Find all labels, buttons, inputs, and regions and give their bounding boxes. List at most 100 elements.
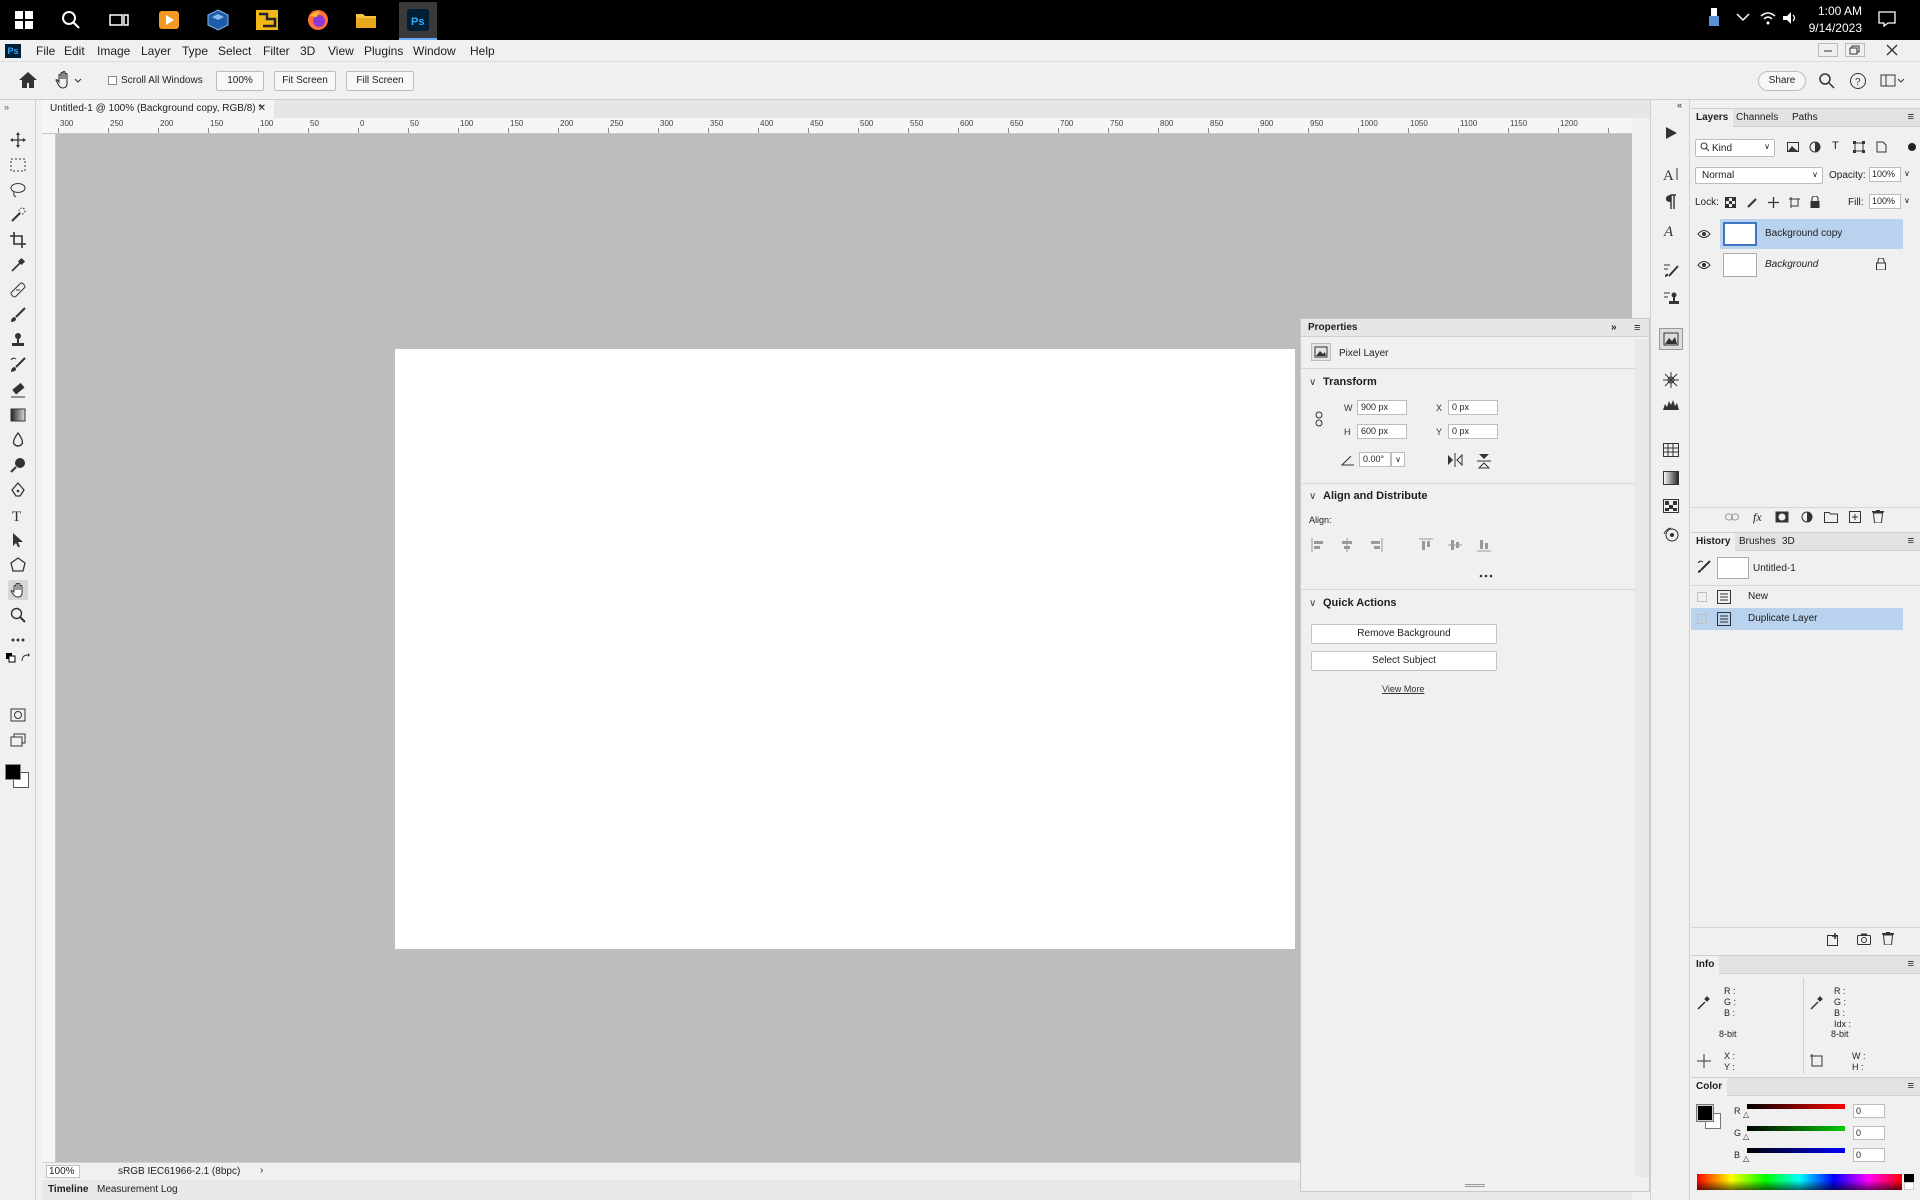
filter-adjustment-icon[interactable] — [1809, 141, 1821, 156]
fill-field[interactable]: 100% — [1869, 194, 1901, 209]
adjustment-layer-icon[interactable] — [1801, 511, 1813, 526]
paragraph-icon[interactable] — [1661, 192, 1681, 212]
restore-button[interactable] — [1845, 43, 1865, 57]
align-top-icon[interactable] — [1419, 538, 1433, 555]
lasso-tool-icon[interactable] — [8, 180, 28, 200]
visibility-eye-icon[interactable] — [1697, 260, 1711, 273]
filter-type-icon[interactable]: T — [1832, 140, 1839, 152]
adjustments-icon[interactable] — [1661, 370, 1681, 390]
path-selection-tool-icon[interactable] — [8, 530, 28, 550]
swap-colors-icon[interactable] — [20, 653, 30, 666]
angle-field[interactable]: 0.00° — [1359, 452, 1391, 467]
menu-3d[interactable]: 3D — [300, 44, 315, 58]
angle-dropdown-icon[interactable]: ∨ — [1391, 452, 1405, 467]
glyphs-icon[interactable]: A — [1661, 220, 1681, 240]
firefox-icon[interactable] — [302, 4, 334, 36]
more-tools-icon[interactable] — [8, 630, 28, 650]
opacity-field[interactable]: 100% — [1869, 167, 1901, 182]
red-slider[interactable] — [1747, 1104, 1845, 1109]
align-section-title[interactable]: Align and Distribute — [1323, 490, 1428, 502]
virtualbox-icon[interactable] — [202, 4, 234, 36]
photoshop-logo[interactable]: Ps — [5, 44, 21, 58]
add-mask-icon[interactable] — [1775, 511, 1789, 526]
shape-tool-icon[interactable] — [8, 555, 28, 575]
black-swatch[interactable] — [1904, 1174, 1914, 1182]
lock-position-icon[interactable] — [1768, 197, 1779, 211]
clone-stamp-tool-icon[interactable] — [8, 330, 28, 350]
more-options-icon[interactable] — [1479, 569, 1493, 581]
visibility-eye-icon[interactable] — [1697, 229, 1711, 242]
align-center-icon[interactable] — [1340, 538, 1354, 555]
menu-layer[interactable]: Layer — [141, 44, 171, 58]
tab-brushes[interactable]: Brushes — [1734, 533, 1781, 551]
red-value-field[interactable]: 0 — [1853, 1104, 1885, 1118]
hand-tool-icon[interactable] — [8, 580, 28, 600]
panel-menu-icon[interactable]: ≡ — [1634, 319, 1640, 337]
history-step-selected[interactable]: Duplicate Layer — [1691, 608, 1903, 630]
align-bottom-icon[interactable] — [1477, 538, 1491, 555]
chevron-up-icon[interactable] — [1736, 12, 1750, 25]
layer-style-icon[interactable]: fx — [1753, 510, 1762, 525]
slider-handle-icon[interactable]: △ — [1743, 1154, 1749, 1163]
zoom-percent-field[interactable]: 100% — [216, 71, 264, 91]
chevron-right-icon[interactable]: › — [260, 1165, 263, 1176]
tab-color[interactable]: Color — [1691, 1078, 1728, 1096]
home-icon[interactable] — [18, 71, 38, 92]
collapse-toolbar-icon[interactable]: » — [4, 102, 9, 112]
photoshop-icon[interactable]: Ps — [399, 2, 437, 38]
menu-plugins[interactable]: Plugins — [364, 44, 403, 58]
view-more-link[interactable]: View More — [1382, 684, 1424, 694]
file-explorer-icon[interactable] — [350, 4, 382, 36]
tab-channels[interactable]: Channels — [1731, 109, 1783, 127]
tab-layers[interactable]: Layers — [1691, 109, 1734, 127]
menu-image[interactable]: Image — [97, 44, 130, 58]
clone-source-icon[interactable] — [1661, 288, 1681, 308]
quick-selection-tool-icon[interactable] — [8, 205, 28, 225]
app-icon[interactable] — [251, 4, 283, 36]
quick-actions-title[interactable]: Quick Actions — [1323, 597, 1397, 609]
character-icon[interactable]: A — [1661, 164, 1681, 184]
width-field[interactable]: 900 px — [1357, 400, 1407, 415]
brush-tool-icon[interactable] — [8, 305, 28, 325]
history-source-checkbox[interactable] — [1697, 592, 1707, 602]
align-left-icon[interactable] — [1311, 538, 1325, 555]
lock-pixels-icon[interactable] — [1747, 197, 1758, 211]
zoom-tool-icon[interactable] — [8, 605, 28, 625]
color-spectrum[interactable] — [1697, 1174, 1902, 1190]
minimize-button[interactable] — [1818, 43, 1838, 57]
layer-name[interactable]: Background — [1765, 259, 1818, 270]
menu-window[interactable]: Window — [413, 44, 456, 58]
blue-value-field[interactable]: 0 — [1853, 1148, 1885, 1162]
scroll-all-windows-checkbox[interactable] — [108, 76, 117, 85]
menu-edit[interactable]: Edit — [64, 44, 85, 58]
tab-paths[interactable]: Paths — [1787, 109, 1823, 127]
volume-icon[interactable] — [1782, 11, 1798, 28]
chevron-down-icon[interactable]: ∨ — [1309, 377, 1316, 388]
search-icon[interactable] — [55, 4, 87, 36]
layer-row[interactable]: Background — [1691, 250, 1903, 280]
filter-smart-object-icon[interactable] — [1875, 141, 1887, 156]
layer-row[interactable]: Background copy — [1691, 219, 1903, 249]
slider-handle-icon[interactable]: △ — [1743, 1132, 1749, 1141]
snapshot-name[interactable]: Untitled-1 — [1753, 563, 1796, 574]
menu-view[interactable]: View — [328, 44, 354, 58]
slider-handle-icon[interactable]: △ — [1743, 1110, 1749, 1119]
menu-help[interactable]: Help — [470, 44, 495, 58]
green-value-field[interactable]: 0 — [1853, 1126, 1885, 1140]
foreground-color-swatch[interactable] — [1696, 1104, 1714, 1122]
workspace-icon[interactable] — [1880, 73, 1906, 92]
menu-file[interactable]: File — [36, 44, 55, 58]
brush-settings-icon[interactable] — [1661, 260, 1681, 280]
chevron-down-icon[interactable]: ∨ — [1309, 491, 1316, 502]
resize-handle[interactable] — [1301, 1181, 1649, 1191]
history-step[interactable]: New — [1691, 586, 1903, 608]
close-tab-icon[interactable]: ✕ — [258, 100, 266, 118]
eyedropper-tool-icon[interactable] — [8, 255, 28, 275]
history-brush-tool-icon[interactable] — [8, 355, 28, 375]
marquee-tool-icon[interactable] — [8, 155, 28, 175]
share-button[interactable]: Share — [1758, 71, 1806, 91]
panel-menu-icon[interactable]: ≡ — [1908, 535, 1914, 547]
fit-screen-button[interactable]: Fit Screen — [274, 71, 336, 91]
usb-icon[interactable] — [1708, 8, 1720, 29]
layer-name[interactable]: Background copy — [1765, 228, 1842, 239]
